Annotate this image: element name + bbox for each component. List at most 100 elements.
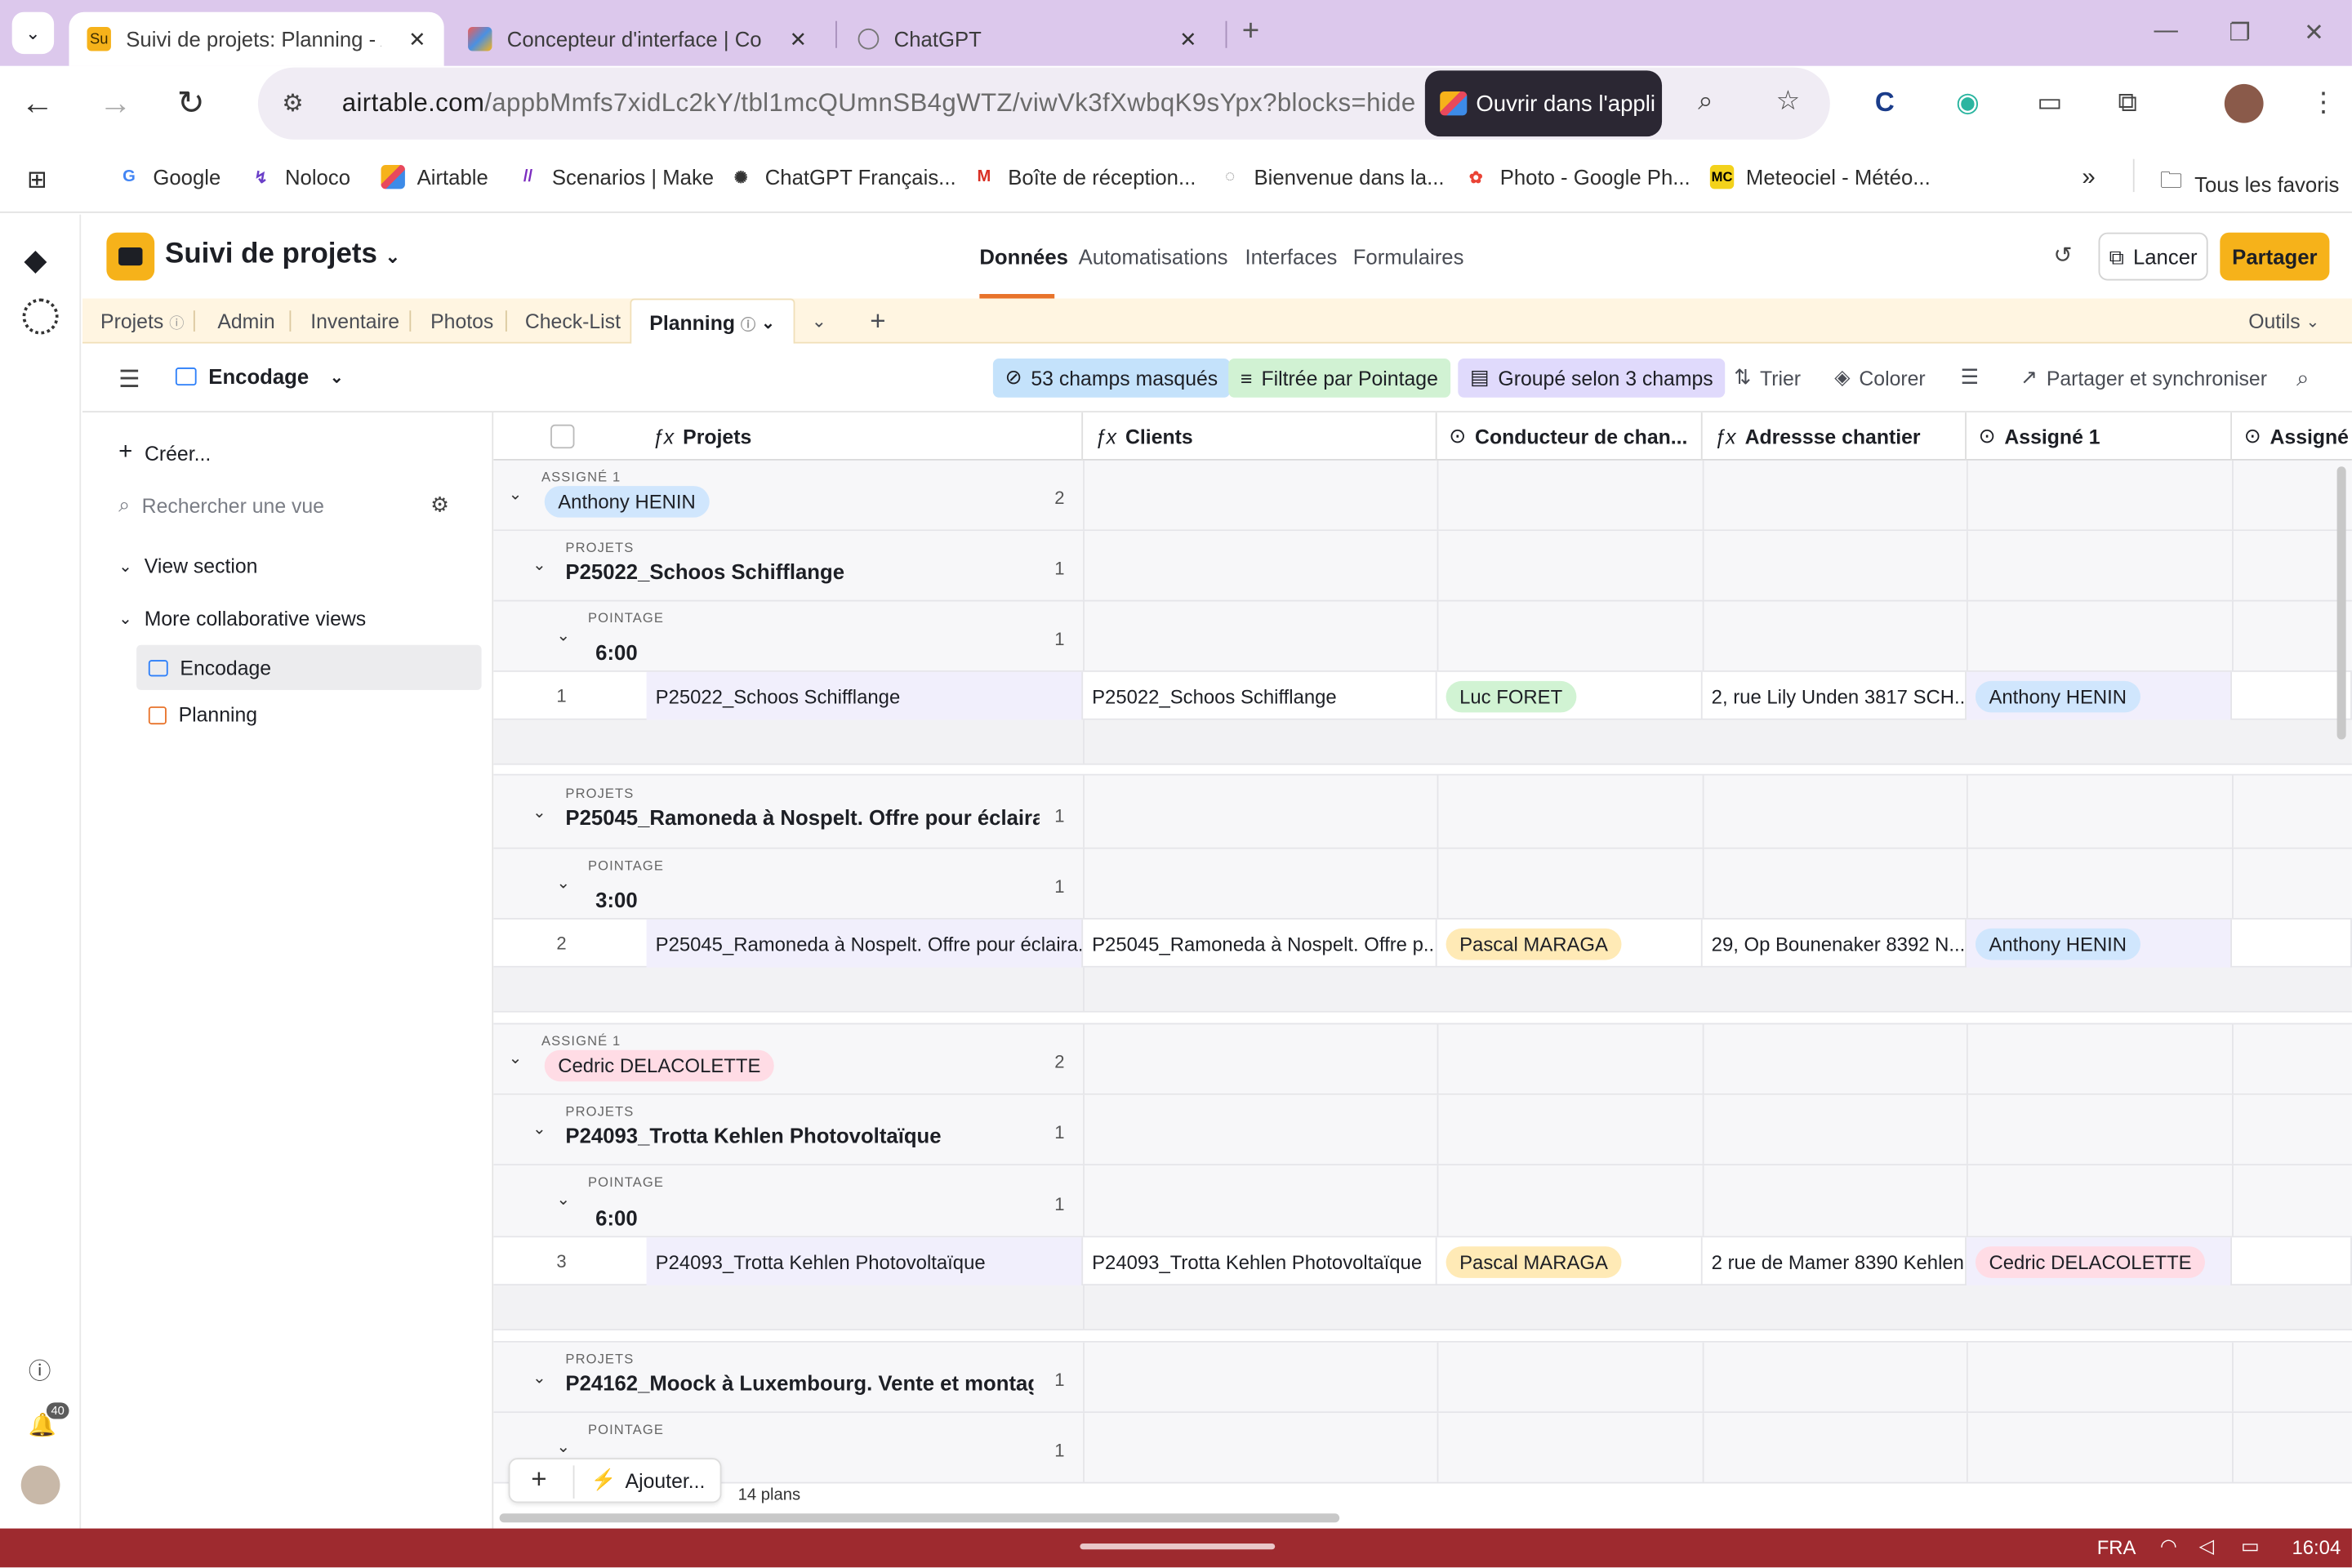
collapse-chevron-icon[interactable]: ⌄ [556, 1437, 570, 1456]
cell-assigne-1[interactable]: Anthony HENIN [1966, 919, 2233, 968]
bookmark-make[interactable]: //Scenarios | Make [516, 165, 714, 189]
table-row[interactable]: 3 P24093_Trotta Kehlen Photovoltaïque P2… [493, 1237, 2352, 1286]
table-row[interactable]: 1 P25022_Schoos Schifflange P25022_Schoo… [493, 671, 2352, 720]
help-icon[interactable]: ⓘ [29, 1355, 51, 1387]
forward-icon[interactable]: → [99, 85, 131, 122]
cell-adresse[interactable]: 2 rue de Mamer 8390 Kehlen [1703, 1237, 1967, 1286]
view-search-input[interactable]: ⌕ Rechercher une vue [118, 493, 324, 517]
tools-menu[interactable]: Outils ⌄ [2248, 299, 2319, 344]
nav-formulaires[interactable]: Formulaires [1353, 244, 1464, 268]
extension-grammarly-icon[interactable]: ◉ [1956, 87, 1980, 119]
browser-tab-concepteur[interactable]: Concepteur d'interface | Con ✕ [450, 12, 825, 66]
column-header-adresse[interactable]: ƒx Adressse chantier [1703, 412, 1967, 461]
profile-avatar[interactable] [2224, 83, 2264, 123]
cell-assigne-1[interactable]: Cedric DELACOLETTE [1966, 1237, 2233, 1286]
collapse-chevron-icon[interactable]: ⌄ [532, 555, 546, 574]
window-close-icon[interactable]: ✕ [2304, 18, 2324, 48]
wifi-icon[interactable]: ◠ [2160, 1535, 2177, 1558]
column-header-conducteur[interactable]: ⊙ Conducteur de chan... [1437, 412, 1703, 461]
color-button[interactable]: ◈ Colorer [1834, 366, 1925, 390]
horizontal-scrollbar[interactable] [499, 1513, 1340, 1523]
group-header-projet[interactable]: ⌄ PROJETS P24093_Trotta Kehlen Photovolt… [493, 1094, 2352, 1166]
table-tab-projets[interactable]: Projets ⓘ [100, 299, 184, 344]
apps-grid-icon[interactable]: ⊞ [27, 165, 47, 195]
view-item-encodage[interactable]: Encodage [148, 657, 271, 679]
cast-icon[interactable]: ▭ [2037, 87, 2062, 119]
bookmark-chatgpt[interactable]: ✺ ChatGPT Français... [729, 165, 956, 189]
cell-adresse[interactable]: 29, Op Bounenaker 8392 N... [1703, 919, 1967, 968]
column-header-assigne-1[interactable]: ⊙ Assigné 1 [1967, 412, 2233, 461]
restore-icon[interactable]: ❐ [2229, 18, 2250, 48]
bookmark-google-photos[interactable]: ✿ Photo - Google Ph... [1464, 165, 1690, 189]
add-table-icon[interactable]: + [870, 299, 885, 344]
table-row[interactable]: 2 P25045_Ramoneda à Nospelt. Offre pour … [493, 919, 2352, 968]
collapse-chevron-icon[interactable]: ⌄ [532, 1368, 546, 1388]
collapse-chevron-icon[interactable]: ⌄ [509, 484, 523, 504]
column-header-projets[interactable]: ƒx Projets [640, 412, 1084, 461]
create-view-button[interactable]: + Créer... [118, 439, 211, 466]
omni-icon[interactable] [22, 298, 59, 335]
collapse-chevron-icon[interactable]: ⌄ [532, 1119, 546, 1138]
column-header-assigne-2[interactable]: ⊙Assigné 2 [2232, 412, 2352, 461]
zoom-icon[interactable]: ⌕ [1698, 86, 1713, 118]
extensions-puzzle-icon[interactable]: ⧉ [2118, 87, 2137, 119]
cell-assigne-2[interactable] [2232, 919, 2352, 968]
browser-menu-icon[interactable]: ⋮ [2310, 87, 2337, 119]
table-tab-inventaire[interactable]: Inventaire [310, 299, 399, 344]
url-text[interactable]: airtable.com/appbMmfs7xidLc2kY/tbl1mcQUm… [342, 88, 1416, 118]
share-sync-button[interactable]: ↗ Partager et synchroniser [2020, 366, 2267, 390]
keyboard-language[interactable]: FRA [2097, 1536, 2136, 1559]
cell-assigne-1[interactable]: Anthony HENIN [1966, 671, 2233, 720]
collapse-chevron-icon[interactable]: ⌄ [532, 803, 546, 822]
filter-button[interactable]: ≡ Filtrée par Pointage [1228, 358, 1450, 398]
clock-time[interactable]: 16:04 [2292, 1536, 2341, 1559]
view-item-planning[interactable]: Planning [148, 703, 257, 726]
nav-donnees[interactable]: Données [979, 244, 1068, 268]
site-settings-icon[interactable]: ⚙ [282, 88, 303, 118]
back-icon[interactable]: ← [21, 85, 54, 122]
group-header-assigne[interactable]: ⌄ ASSIGNÉ 1 Cedric DELACOLETTE 2 [493, 1024, 2352, 1095]
table-tab-photos[interactable]: Photos [430, 299, 493, 344]
group-header-projet[interactable]: ⌄ PROJETS P25022_Schoos Schifflange 1 [493, 531, 2352, 602]
bookmark-gmail[interactable]: M Boîte de réception... [972, 165, 1196, 189]
browser-tab-chatgpt[interactable]: ChatGPT ✕ [840, 12, 1215, 66]
group-header-projet[interactable]: ⌄ PROJETS P24162_Moock à Luxembourg. Ven… [493, 1342, 2352, 1414]
group-header-pointage[interactable]: ⌄ POINTAGE 6:00 1 [493, 1165, 2352, 1238]
base-title[interactable]: Suivi de projets ⌄ [165, 238, 400, 271]
cell-conducteur[interactable]: Pascal MARAGA [1437, 1237, 1703, 1286]
section-collaborative-views[interactable]: ⌄ More collaborative views [118, 608, 366, 630]
cell-projet[interactable]: P24093_Trotta Kehlen Photovoltaïque [646, 1237, 1084, 1286]
user-avatar[interactable] [20, 1465, 60, 1505]
select-all-checkbox[interactable] [550, 424, 575, 449]
cell-client[interactable]: P24093_Trotta Kehlen Photovoltaïque [1083, 1237, 1437, 1286]
volume-icon[interactable]: ◁ [2199, 1535, 2214, 1558]
bookmark-meteociel[interactable]: MC Meteociel - Météo... [1709, 165, 1931, 189]
bookmark-google[interactable]: G Google [117, 165, 220, 189]
view-switcher[interactable]: Encodage ⌄ [175, 364, 344, 389]
cell-client[interactable]: P25045_Ramoneda à Nospelt. Offre p... [1083, 919, 1437, 968]
close-tab-icon[interactable]: ✕ [1179, 26, 1197, 51]
cell-assigne-2[interactable] [2232, 1237, 2352, 1286]
taskbar-handle[interactable] [1080, 1543, 1276, 1550]
search-icon[interactable]: ⌕ [2296, 366, 2309, 391]
bookmark-star-icon[interactable]: ☆ [1776, 86, 1801, 118]
view-settings-gear-icon[interactable]: ⚙ [430, 492, 449, 517]
battery-icon[interactable]: ▭ [2241, 1535, 2260, 1558]
minimize-icon[interactable]: — [2154, 18, 2178, 45]
add-record-plus-icon[interactable]: + [531, 1464, 546, 1496]
more-bookmarks-icon[interactable]: » [2082, 165, 2095, 192]
share-button[interactable]: Partager [2220, 232, 2330, 281]
more-tables-chevron-icon[interactable]: ⌄ [812, 299, 826, 344]
add-with-ai-button[interactable]: ⚡ Ajouter... [591, 1468, 706, 1492]
vertical-scrollbar[interactable] [2336, 466, 2346, 740]
collapse-chevron-icon[interactable]: ⌄ [509, 1049, 523, 1068]
cell-conducteur[interactable]: Pascal MARAGA [1437, 919, 1703, 968]
hidden-fields-button[interactable]: ⊘ 53 champs masqués [992, 358, 1230, 398]
group-header-projet[interactable]: ⌄ PROJETS P25045_Ramoneda à Nospelt. Off… [493, 775, 2352, 849]
cell-adresse[interactable]: 2, rue Lily Unden 3817 SCH... [1703, 671, 1967, 720]
close-tab-icon[interactable]: ✕ [790, 26, 808, 51]
extension-c-icon[interactable]: C [1875, 87, 1895, 119]
nav-interfaces[interactable]: Interfaces [1245, 244, 1337, 268]
cell-assigne-2[interactable] [2232, 671, 2352, 720]
cell-client[interactable]: P25022_Schoos Schifflange [1083, 671, 1437, 720]
